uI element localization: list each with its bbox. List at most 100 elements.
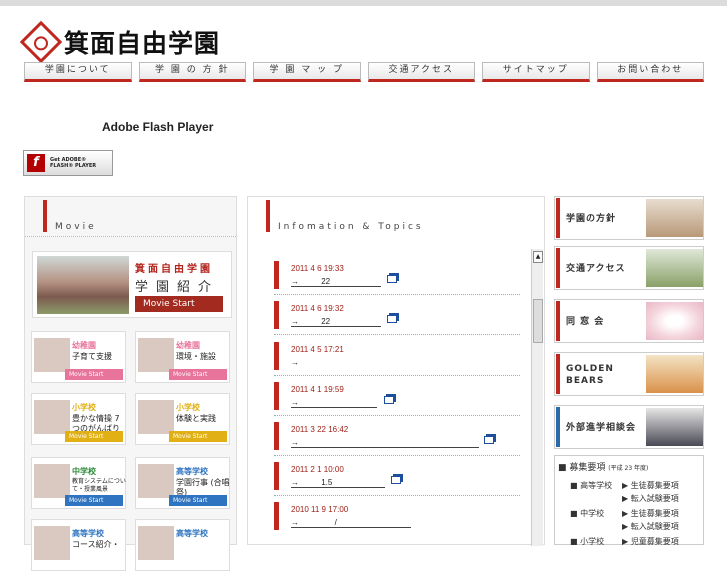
site-title: 箕面自由学園 (64, 29, 221, 58)
tile-caption: コース紹介・ (72, 540, 120, 549)
topics-section: Infomation & Topics 2011 4 6 19:33 → 22 … (247, 196, 545, 546)
new-window-icon[interactable] (387, 315, 397, 323)
admissions-school: ■ 中学校 (570, 509, 605, 518)
movie-tile[interactable]: 幼稚園 環境・施設 Movie Start (135, 331, 230, 383)
button-bar (556, 407, 560, 447)
admissions-link[interactable]: ▶ 生徒募集要項 (622, 480, 679, 491)
button-bar (556, 198, 560, 238)
new-window-icon[interactable] (387, 275, 397, 283)
nav-about[interactable]: 学園について (24, 62, 132, 82)
tile-caption: 子育て支援 (72, 352, 112, 361)
movie-start-button[interactable]: Movie Start (169, 495, 227, 506)
tile-photo (34, 526, 70, 560)
tile-photo (34, 464, 70, 498)
movie-tile[interactable]: 小学校 体験と実践 Movie Start (135, 393, 230, 445)
movie-tile[interactable]: 小学校 豊かな情操 7つのがんばり Movie Start (31, 393, 126, 445)
movie-start-button[interactable]: Movie Start (169, 431, 227, 442)
news-item[interactable]: 2010 11 9 17:00 → / (274, 502, 520, 536)
classroom-photo (646, 199, 703, 237)
new-window-icon[interactable] (391, 476, 401, 484)
movie-start-button[interactable]: Movie Start (65, 369, 123, 380)
link-label: GOLDEN BEARS (566, 364, 614, 386)
news-link[interactable]: → (291, 398, 377, 408)
global-nav: 学園について 学 園 の 方 針 学 園 マ ッ プ 交通アクセス サイトマップ… (24, 62, 704, 82)
admissions-link[interactable]: ▶ 転入試験要項 (622, 521, 679, 532)
admissions-link[interactable]: ▶ 児童募集要項 (622, 536, 679, 547)
movie-heading: Movie (55, 222, 97, 232)
flash-icon: f (27, 154, 45, 172)
news-item[interactable]: 2011 4 6 19:32 → 22 (274, 301, 520, 335)
tile-photo (138, 338, 174, 372)
news-item[interactable]: 2011 4 5 17:21 → (274, 342, 520, 376)
link-label: 学園の方針 (566, 214, 617, 224)
tile-photo (138, 464, 174, 498)
new-window-icon[interactable] (484, 436, 494, 444)
scroll-up-arrow-icon[interactable]: ▲ (533, 251, 543, 263)
news-item[interactable]: 2011 2 1 10:00 → 1.5 (274, 462, 520, 496)
news-date: 2011 4 5 17:21 (291, 345, 344, 354)
get-flash-label: Get ADOBE® FLASH® PLAYER (50, 157, 97, 169)
movie-tile[interactable]: 高等学校 学園行事 (合唱祭) Movie Start (135, 457, 230, 509)
get-flash-button[interactable]: f Get ADOBE® FLASH® PLAYER (23, 150, 113, 176)
link-alumni[interactable]: 同 窓 会 (554, 299, 704, 343)
feature-movie[interactable]: 箕面自由学園 学園紹介 Movie Start (32, 251, 232, 318)
tile-kind: 小学校 (72, 403, 96, 412)
tile-kind: 幼稚園 (176, 341, 200, 350)
news-link[interactable]: → 1.5 (291, 478, 385, 488)
flash-player-title: Adobe Flash Player (102, 120, 214, 134)
link-policy[interactable]: 学園の方針 (554, 196, 704, 240)
movie-tile[interactable]: 中学校 教育システムについて・授業風景 Movie Start (31, 457, 126, 509)
movie-start-button[interactable]: Movie Start (169, 369, 227, 380)
movie-start-button[interactable]: Movie Start (65, 431, 123, 442)
nav-policy[interactable]: 学 園 の 方 針 (138, 62, 246, 82)
news-link[interactable]: → (291, 358, 299, 368)
tile-caption: 体験と実践 (176, 414, 216, 423)
movie-tile[interactable]: 高等学校 コース紹介・ (31, 519, 126, 571)
admissions-title: ■ 募集要項 (平成 23 年度) (558, 463, 649, 473)
site-logo[interactable]: 箕面自由学園 (19, 20, 221, 64)
link-access[interactable]: 交通アクセス (554, 246, 704, 290)
topics-header: Infomation & Topics (248, 197, 544, 237)
nav-sitemap[interactable]: サイトマップ (482, 62, 590, 82)
tile-photo (34, 338, 70, 372)
tile-kind: 高等学校 (176, 467, 208, 476)
tile-photo (138, 526, 174, 560)
admissions-link[interactable]: ▶ 生徒募集要項 (622, 508, 679, 519)
button-bar (556, 354, 560, 394)
link-golden-bears[interactable]: GOLDEN BEARS (554, 352, 704, 396)
news-link[interactable]: → 22 (291, 277, 381, 287)
news-date: 2011 4 6 19:33 (291, 264, 344, 273)
admissions-link[interactable]: ▶ 転入試験要項 (622, 493, 679, 504)
feature-subtitle: 学園紹介 (135, 280, 220, 295)
news-item[interactable]: 2011 4 1 19:59 → (274, 382, 520, 416)
movie-start-button[interactable]: Movie Start (65, 495, 123, 506)
tile-kind: 高等学校 (72, 529, 104, 538)
movie-tile[interactable]: 高等学校 (135, 519, 230, 571)
tile-photo (34, 400, 70, 434)
button-bar (556, 301, 560, 341)
link-consultation[interactable]: 外部進学相談会 (554, 405, 704, 449)
movie-header: Movie (25, 197, 236, 237)
movie-tile[interactable]: 幼稚園 子育て支援 Movie Start (31, 331, 126, 383)
news-item[interactable]: 2011 3 22 16:42 → (274, 422, 520, 456)
nav-access[interactable]: 交通アクセス (367, 62, 475, 82)
new-window-icon[interactable] (384, 396, 394, 404)
topics-scrollbar[interactable]: ▲ (531, 249, 543, 546)
building-photo (646, 249, 703, 287)
news-bar (274, 502, 279, 530)
news-date: 2011 4 6 19:32 (291, 304, 344, 313)
movie-start-button[interactable]: Movie Start (135, 296, 223, 312)
tile-kind: 高等学校 (176, 529, 208, 538)
nav-map[interactable]: 学 園 マ ッ プ (253, 62, 361, 82)
news-date: 2010 11 9 17:00 (291, 505, 349, 514)
admissions-school: ■ 小学校 (570, 537, 605, 546)
news-date: 2011 2 1 10:00 (291, 465, 344, 474)
news-link[interactable]: → 22 (291, 317, 381, 327)
tile-caption: 教育システムについて・授業風景 (72, 478, 126, 493)
admissions-school: ■ 高等学校 (570, 481, 613, 490)
news-item[interactable]: 2011 4 6 19:33 → 22 (274, 261, 520, 295)
scroll-thumb[interactable] (533, 299, 543, 343)
nav-contact[interactable]: お問い合わせ (596, 62, 704, 82)
news-link[interactable]: → (291, 438, 479, 448)
news-link[interactable]: → / (291, 518, 411, 528)
